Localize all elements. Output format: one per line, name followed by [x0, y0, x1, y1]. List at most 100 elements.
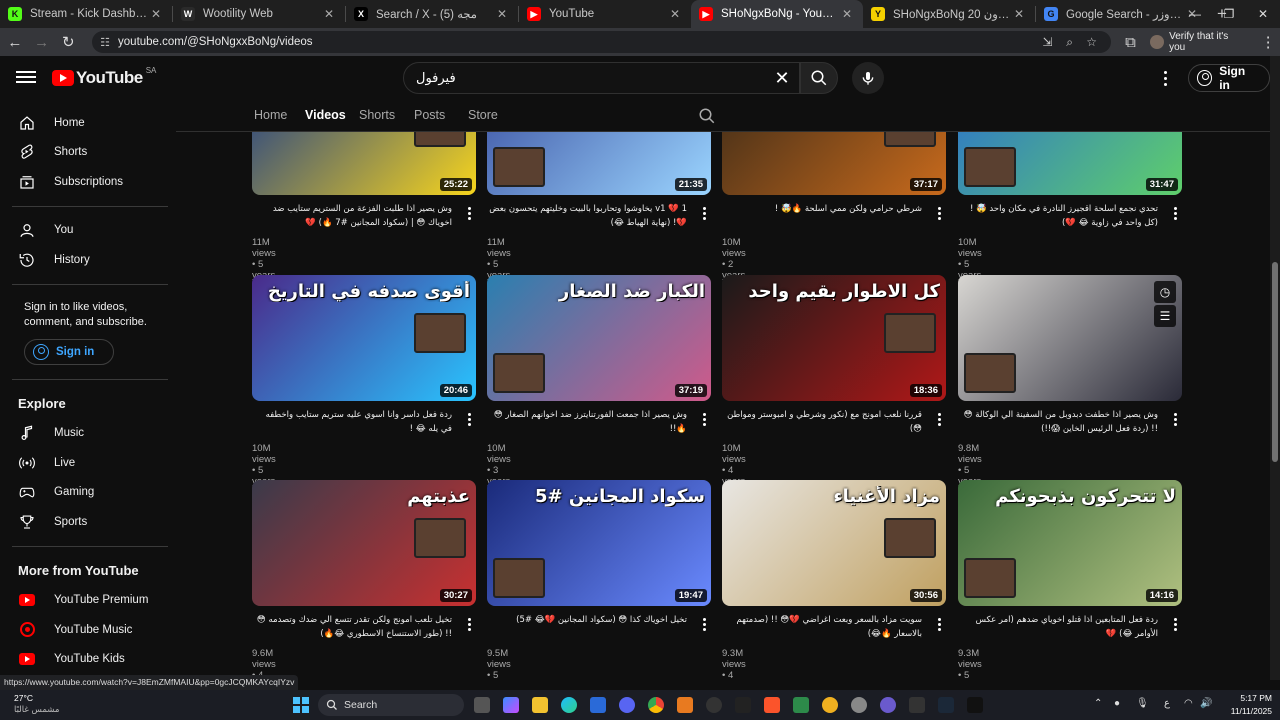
video-thumbnail[interactable]: سكواد المجانين #5 19:47 — [487, 480, 711, 606]
zoom-icon[interactable]: ⌕ — [1059, 35, 1081, 50]
microphone-tray-icon[interactable]: 🎙 — [1136, 698, 1149, 709]
video-menu-icon[interactable] — [699, 616, 709, 632]
close-tab-icon[interactable]: ✕ — [494, 7, 510, 21]
browser-tab[interactable]: W Wootility Web ✕ — [173, 0, 345, 28]
browser-tab[interactable]: ▶ YouTube ✕ — [519, 0, 691, 28]
video-thumbnail[interactable]: مزاد الأغنياء 30:56 — [722, 480, 946, 606]
video-thumbnail[interactable]: لا تتحركون بذبحونكم 14:16 — [958, 480, 1182, 606]
header-signin-button[interactable]: Sign in — [1188, 64, 1270, 92]
tab-videos[interactable]: Videos — [305, 108, 346, 122]
volume-icon[interactable]: 🔊 — [1200, 698, 1212, 709]
video-menu-icon[interactable] — [464, 205, 474, 221]
close-tab-icon[interactable]: ✕ — [148, 7, 164, 21]
video-menu-icon[interactable] — [1170, 411, 1180, 427]
app-icon[interactable] — [909, 697, 925, 713]
tab-store[interactable]: Store — [468, 108, 498, 122]
video-title[interactable]: تخيل اخوياك كذا 😳 (سكواد المجانين 💔😂 #5) — [487, 613, 687, 627]
sidebar-item-shorts[interactable]: Shorts — [0, 138, 176, 168]
sidebar-item-music[interactable]: Music — [0, 419, 176, 449]
youtube-logo[interactable]: YouTube SA — [52, 66, 156, 88]
scrollbar-thumb[interactable] — [1272, 262, 1278, 462]
sidebar-item-youtube-music[interactable]: YouTube Music — [0, 615, 176, 645]
app-icon[interactable] — [851, 697, 867, 713]
discord-icon[interactable] — [619, 697, 635, 713]
video-menu-icon[interactable] — [464, 616, 474, 632]
settings-menu-icon[interactable] — [1156, 68, 1174, 88]
browser-tab[interactable]: K Stream - Kick Dashboard ✕ — [0, 0, 172, 28]
video-title[interactable]: شرطي حرامي ولكن ممي اسلحة 🔥🤯 ! — [722, 202, 922, 216]
video-thumbnail[interactable]: والله لأربيك21:35 — [487, 132, 711, 195]
video-thumbnail[interactable]: شرطي حرامي37:17 — [722, 132, 946, 195]
close-tab-icon[interactable]: ✕ — [667, 7, 683, 21]
wifi-icon[interactable]: ◠ — [1184, 698, 1193, 709]
channel-search-button[interactable] — [698, 107, 718, 127]
close-tab-icon[interactable]: ✕ — [1011, 7, 1027, 21]
minimize-icon[interactable]: — — [1178, 0, 1212, 28]
store-icon[interactable] — [590, 697, 606, 713]
profile-verify-button[interactable]: Verify that it's you — [1150, 31, 1246, 53]
sidebar-item-gaming[interactable]: Gaming — [0, 478, 176, 508]
copilot-icon[interactable] — [503, 697, 519, 713]
weather-widget[interactable]: 27°C مشمس غالبًا — [14, 692, 59, 716]
search-box[interactable] — [403, 62, 800, 94]
video-title[interactable]: سويت مزاد بالسعر وبعت اغراضي 💔😳 !! (صدمت… — [722, 613, 922, 641]
video-title[interactable]: وش يصير اذا خطفت دبدوبل من السفينة الي ا… — [958, 408, 1158, 436]
sidebar-item-subscriptions[interactable]: Subscriptions — [0, 167, 176, 197]
app-icon[interactable] — [880, 697, 896, 713]
forward-icon[interactable]: → — [30, 30, 54, 54]
brave-icon[interactable] — [764, 697, 780, 713]
browser-tab[interactable]: Y SHoNgxBoNg 20 مليوووون (@sh✕ — [863, 0, 1035, 28]
tiktok-icon[interactable] — [967, 697, 983, 713]
video-menu-icon[interactable] — [934, 411, 944, 427]
video-menu-icon[interactable] — [934, 616, 944, 632]
clock[interactable]: 5:17 PM 11/11/2025 — [1231, 692, 1272, 718]
video-thumbnail[interactable]: الكبار ضد الصغار 37:19 — [487, 275, 711, 401]
app-icon[interactable] — [822, 697, 838, 713]
video-menu-icon[interactable] — [1170, 616, 1180, 632]
edge-icon[interactable] — [561, 697, 577, 713]
search-input[interactable] — [416, 70, 787, 86]
browser-menu-icon[interactable]: ⋮ — [1256, 30, 1280, 54]
add-to-queue-icon[interactable]: ☰ — [1154, 305, 1176, 327]
app-icon[interactable] — [793, 697, 809, 713]
search-button[interactable] — [800, 62, 838, 94]
browser-tab[interactable]: ▶ SHoNgxBoNg - YouTube ✕ — [691, 0, 863, 28]
video-title[interactable]: وش يصير اذا جمعت الفورتنايترز ضد اخوانهم… — [487, 408, 687, 436]
site-info-icon[interactable]: ☷ — [100, 36, 110, 49]
obs-icon[interactable] — [706, 697, 722, 713]
sidebar-item-sports[interactable]: Sports — [0, 507, 176, 537]
hamburger-menu-icon[interactable] — [16, 68, 36, 88]
extensions-icon[interactable]: ⧉ — [1119, 30, 1143, 54]
video-menu-icon[interactable] — [699, 205, 709, 221]
sidebar-item-you[interactable]: You — [0, 216, 176, 246]
address-bar[interactable]: ☷ youtube.com/@SHoNgxxBoNg/videos ⇲ ⌕ ☆ — [92, 31, 1111, 53]
language-indicator[interactable]: ع — [1164, 698, 1170, 709]
sidebar-item-live[interactable]: Live — [0, 448, 176, 478]
video-thumbnail[interactable]: ◷ ☰ — [958, 275, 1182, 401]
close-window-icon[interactable]: ✕ — [1246, 0, 1280, 28]
tray-app-icon[interactable]: ● — [1114, 698, 1120, 709]
tray-chevron-icon[interactable]: ⌃ — [1094, 698, 1102, 709]
sidebar-item-youtube-kids[interactable]: YouTube Kids — [0, 645, 176, 675]
steam-icon[interactable] — [938, 697, 954, 713]
close-tab-icon[interactable]: ✕ — [839, 7, 855, 21]
video-thumbnail[interactable]: كل الاطوار بقيم واحد 18:36 — [722, 275, 946, 401]
voice-search-button[interactable] — [852, 62, 884, 94]
video-title[interactable]: 1 💔 v1 يخاوشوا وتحاربوا بالبيت وخليتهم ي… — [487, 202, 687, 230]
clear-search-icon[interactable]: ✕ — [772, 68, 792, 89]
sidebar-item-home[interactable]: Home — [0, 108, 176, 138]
back-icon[interactable]: ← — [3, 30, 27, 54]
watch-later-icon[interactable]: ◷ — [1154, 281, 1176, 303]
tab-shorts[interactable]: Shorts — [359, 108, 395, 122]
video-title[interactable]: وش يصير اذا طلبت الفزعة من الستريم ستايب… — [252, 202, 452, 230]
video-thumbnail[interactable]: 31:47 — [958, 132, 1182, 195]
video-thumbnail[interactable]: سكواد المجانين #725:22 — [252, 132, 476, 195]
video-menu-icon[interactable] — [1170, 205, 1180, 221]
browser-tab[interactable]: X Search / X - مجه (5) ✕ — [346, 0, 518, 28]
video-thumbnail[interactable]: عذبتهم 30:27 — [252, 480, 476, 606]
app-icon[interactable] — [677, 697, 693, 713]
file-explorer-icon[interactable] — [532, 697, 548, 713]
taskbar-search[interactable]: Search — [318, 694, 464, 716]
video-title[interactable]: ردة فعل المتابعين اذا قتلو اخوياي ضدهم (… — [958, 613, 1158, 641]
chrome-icon[interactable] — [648, 697, 664, 713]
